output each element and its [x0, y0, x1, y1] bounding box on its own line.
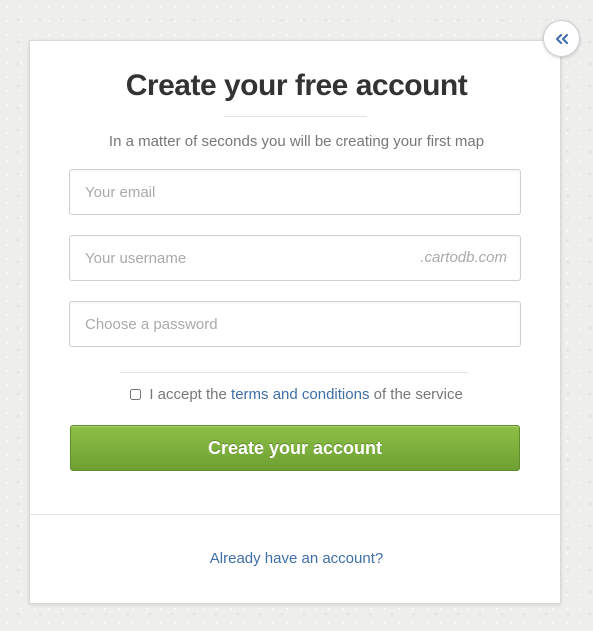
page-subtitle: In a matter of seconds you will be creat…	[108, 133, 485, 150]
username-input[interactable]	[85, 236, 415, 280]
terms-prefix: I accept the	[149, 386, 227, 403]
title-divider	[224, 116, 367, 117]
collapse-button[interactable]	[543, 20, 580, 57]
footer-divider	[30, 514, 560, 515]
password-field[interactable]	[69, 301, 521, 347]
email-input[interactable]	[85, 170, 505, 214]
terms-row: I accept the terms and conditions of the…	[0, 386, 593, 404]
email-field[interactable]	[69, 169, 521, 215]
username-field[interactable]: .cartodb.com	[69, 235, 521, 281]
password-input[interactable]	[85, 302, 505, 346]
double-chevron-left-icon	[555, 33, 568, 44]
terms-suffix: of the service	[373, 386, 463, 403]
page-title: Create your free account	[125, 69, 468, 102]
username-domain-suffix: .cartodb.com	[420, 249, 507, 266]
terms-checkbox[interactable]	[130, 389, 142, 400]
create-account-button[interactable]: Create your account	[70, 425, 520, 471]
terms-link[interactable]: terms and conditions	[231, 386, 369, 403]
login-link[interactable]: Already have an account?	[0, 550, 593, 567]
form-divider	[120, 372, 468, 373]
